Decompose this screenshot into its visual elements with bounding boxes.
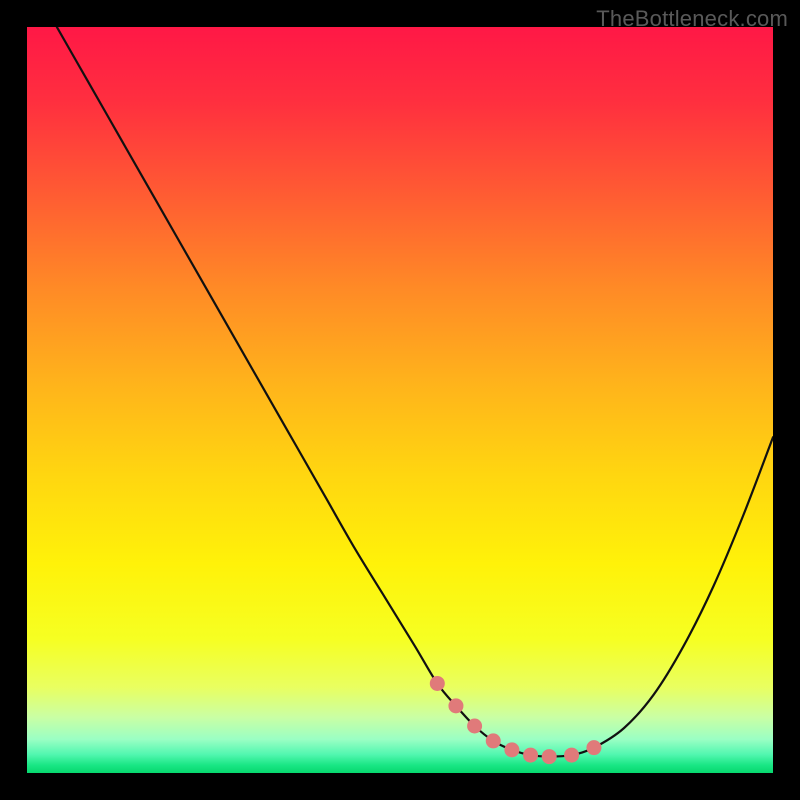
highlight-marker xyxy=(523,748,538,763)
watermark-text: TheBottleneck.com xyxy=(596,6,788,32)
highlight-marker xyxy=(486,733,501,748)
highlight-markers xyxy=(430,676,602,764)
plot-area xyxy=(27,27,773,773)
highlight-marker xyxy=(542,749,557,764)
highlight-marker xyxy=(564,748,579,763)
highlight-marker xyxy=(448,698,463,713)
chart-frame: TheBottleneck.com xyxy=(0,0,800,800)
chart-svg xyxy=(27,27,773,773)
highlight-marker xyxy=(504,742,519,757)
highlight-marker xyxy=(467,719,482,734)
bottleneck-curve xyxy=(57,27,773,757)
highlight-marker xyxy=(586,740,601,755)
highlight-marker xyxy=(430,676,445,691)
